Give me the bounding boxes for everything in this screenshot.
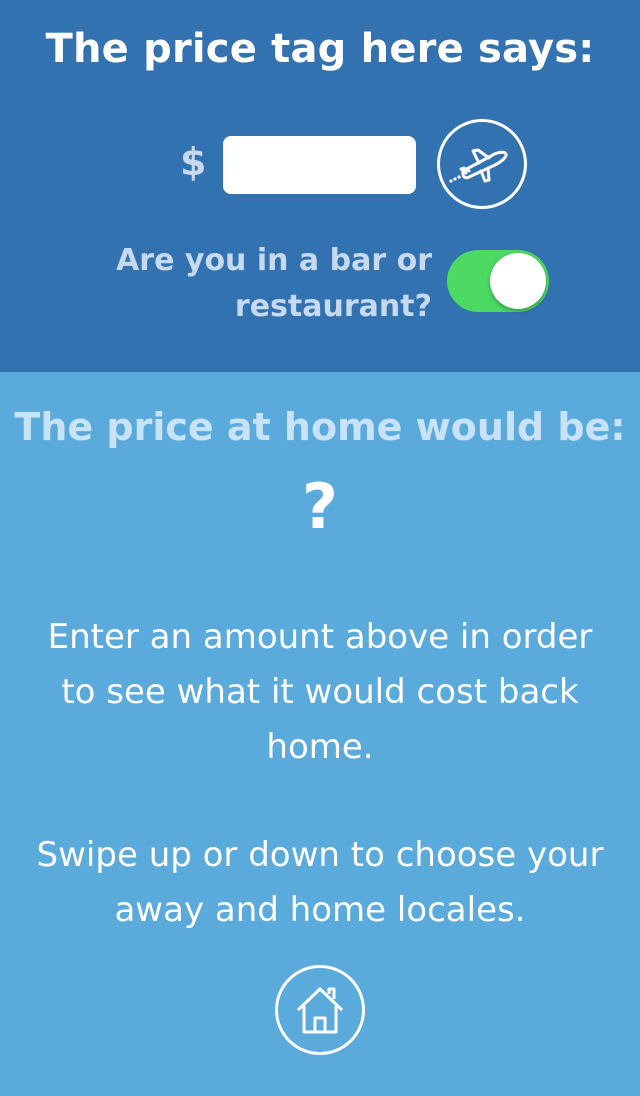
airplane-icon (449, 148, 508, 183)
bar-restaurant-label: Are you in a bar or restaurant? (116, 243, 432, 324)
away-locale-button[interactable] (437, 119, 527, 209)
page-title: The price tag here says: (45, 26, 595, 72)
bar-restaurant-toggle[interactable] (447, 250, 549, 312)
instruction-text: Enter an amount above in order to see wh… (47, 617, 593, 767)
toggle-knob (490, 253, 546, 309)
home-icon (296, 987, 344, 1034)
currency-symbol: $ (180, 140, 207, 184)
home-price-title: The price at home would be: (14, 405, 626, 449)
price-entry-panel: The price tag here says: $ Are you in a … (0, 0, 640, 372)
swipe-hint-text: Swipe up or down to choose your away and… (36, 835, 604, 930)
price-input[interactable] (223, 136, 416, 194)
home-price-result: ? (302, 470, 338, 543)
home-locale-button[interactable] (275, 965, 365, 1055)
